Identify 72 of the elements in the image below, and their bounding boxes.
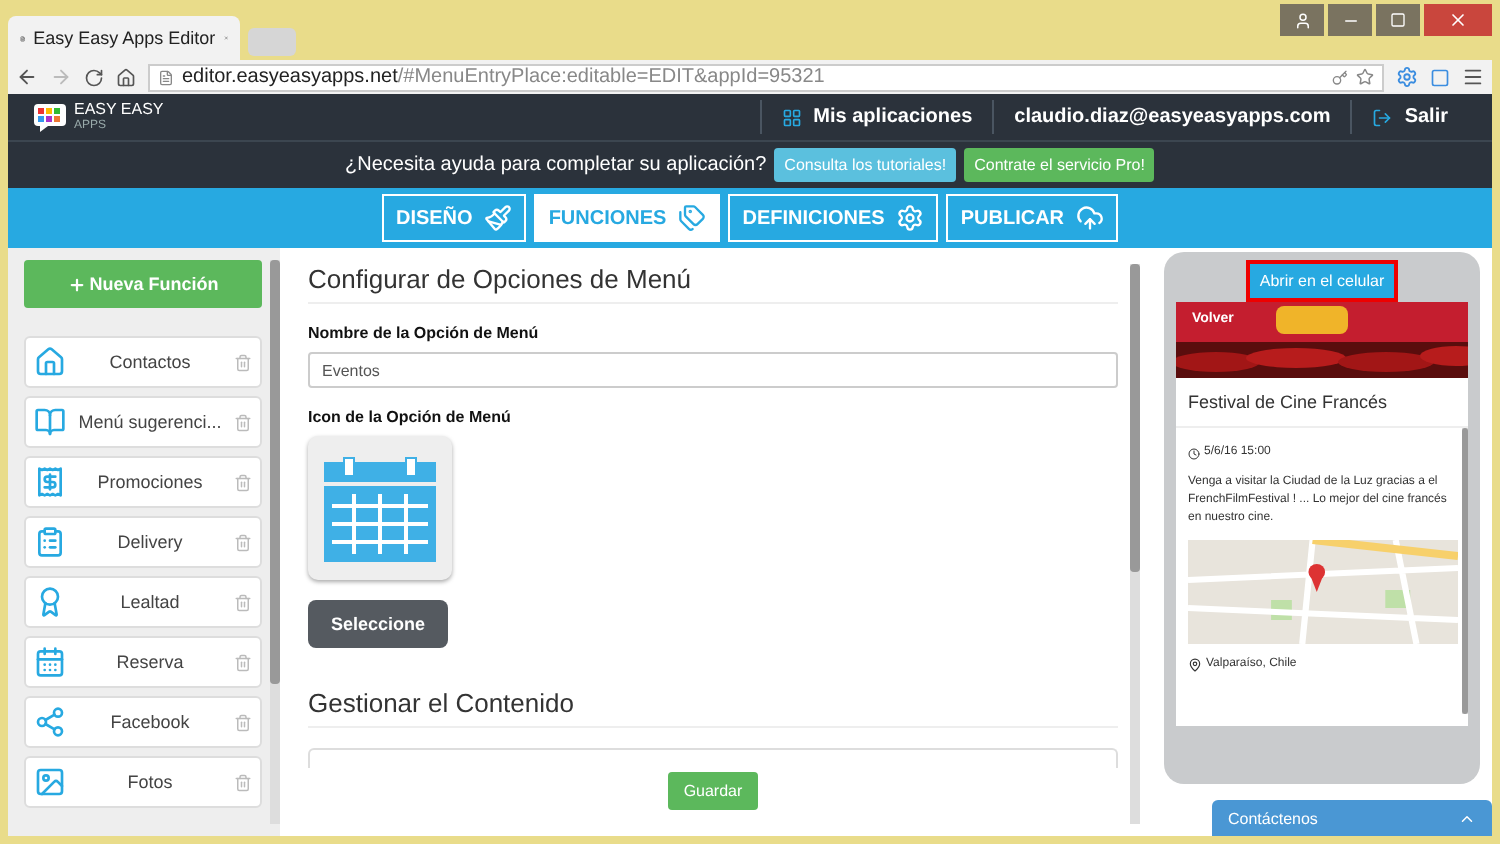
scrollbar[interactable] (1130, 264, 1140, 824)
select-button[interactable]: Seleccione (308, 600, 448, 648)
trash-icon[interactable] (234, 413, 252, 431)
pin-icon (1188, 658, 1202, 672)
function-icon (34, 466, 66, 498)
function-item[interactable]: Menú sugerenci... (24, 396, 262, 448)
user-icon (1293, 11, 1311, 29)
function-label[interactable]: Menú sugerenci... (72, 412, 228, 432)
help-question: ¿Necesita ayuda para completar su aplicación? (345, 154, 767, 176)
plus-icon (67, 275, 86, 293)
cloud-upload-icon (1076, 204, 1105, 232)
brush-icon (484, 204, 513, 232)
function-item[interactable]: Lealtad (24, 576, 262, 628)
section-title: Configurar de Opciones de Menú (308, 264, 1118, 304)
function-icon (34, 346, 66, 378)
function-item[interactable]: Fotos (24, 756, 262, 808)
home-icon[interactable] (116, 67, 136, 87)
grid-icon (781, 107, 802, 127)
function-item[interactable]: Promociones (24, 456, 262, 508)
trash-icon[interactable] (234, 593, 252, 611)
section-title: Gestionar el Contenido (308, 688, 1118, 728)
function-item[interactable]: Facebook (24, 696, 262, 748)
logo-icon (32, 101, 68, 133)
function-label[interactable]: Promociones (72, 472, 228, 492)
logo-text: EASY EASY (74, 101, 164, 117)
trash-icon[interactable] (234, 473, 252, 491)
back-icon[interactable] (16, 66, 38, 88)
function-icon (34, 406, 66, 438)
scrollbar[interactable] (1462, 428, 1468, 714)
function-item[interactable]: Reserva (24, 636, 262, 688)
function-icon (34, 646, 66, 678)
field-label: Icon de la Opción de Menú (308, 408, 513, 426)
function-label[interactable]: Delivery (72, 532, 228, 552)
function-icon (34, 706, 66, 738)
menu-icon[interactable] (1462, 66, 1484, 88)
function-label[interactable]: Contactos (72, 352, 228, 372)
user-button[interactable] (1280, 4, 1324, 36)
tag-icon (678, 204, 707, 232)
logout-link[interactable]: Salir (1350, 100, 1468, 134)
maximize-button[interactable] (1376, 4, 1420, 36)
function-label[interactable]: Lealtad (72, 592, 228, 612)
clock-icon (1188, 447, 1200, 459)
trash-icon[interactable] (234, 353, 252, 371)
logout-icon (1372, 107, 1393, 127)
field-label: Nombre de la Opción de Menú (308, 324, 541, 342)
trash-icon[interactable] (234, 713, 252, 731)
browser-tab[interactable]: Easy Easy Apps Editor (8, 16, 240, 60)
maximize-icon (1390, 12, 1406, 28)
address-field[interactable]: editor.easyeasyapps.net/#MenuEntryPlace:editable=EDIT&appId=95321 (148, 63, 1384, 91)
function-label[interactable]: Reserva (72, 652, 228, 672)
trash-icon[interactable] (234, 653, 252, 671)
event-title: Festival de Cine Francés (1176, 378, 1468, 428)
user-email[interactable]: claudio.diaz@easyeasyapps.com (992, 100, 1351, 134)
name-input-field[interactable]: Eventos (308, 352, 1118, 388)
calendar-icon (324, 454, 436, 562)
function-label[interactable]: Facebook (72, 712, 228, 732)
extension-icon[interactable] (1396, 66, 1418, 88)
scrollbar[interactable] (270, 260, 280, 824)
trash-icon[interactable] (234, 533, 252, 551)
function-item[interactable]: Contactos (24, 336, 262, 388)
function-item[interactable]: Delivery (24, 516, 262, 568)
forward-icon[interactable] (50, 66, 72, 88)
star-icon[interactable] (1356, 68, 1374, 86)
close-button[interactable] (1424, 4, 1492, 36)
function-icon (34, 766, 66, 798)
key-icon[interactable] (1332, 69, 1348, 85)
function-label[interactable]: Fotos (72, 772, 228, 792)
my-apps-link[interactable]: Mis aplicaciones (759, 100, 993, 134)
reload-icon[interactable] (84, 67, 104, 87)
function-icon (34, 526, 66, 558)
gear-icon (896, 204, 925, 232)
trash-icon[interactable] (234, 773, 252, 791)
